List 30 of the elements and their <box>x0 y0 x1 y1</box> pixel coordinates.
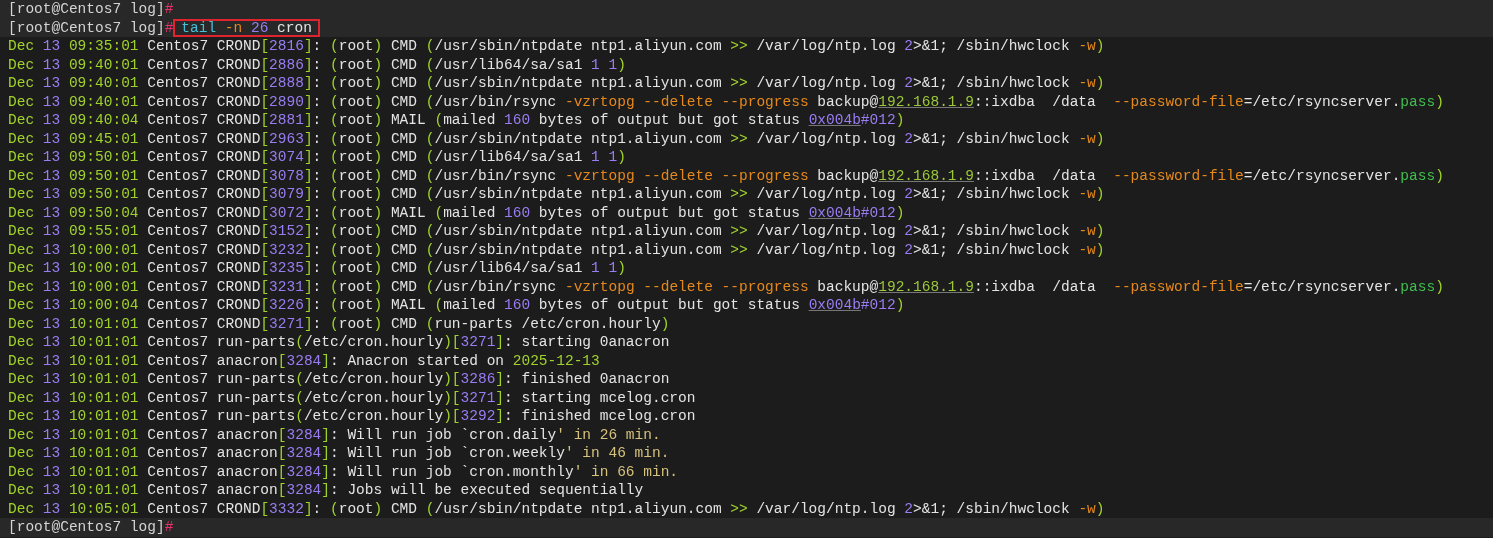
log-line: Dec 13 10:01:01 Centos7 anacron[3284]: Will run job `cron.weekly' in 46 min. <box>8 444 670 463</box>
log-line: Dec 13 09:45:01 Centos7 CROND[2963]: (root) CMD (/usr/sbin/ntpdate ntp1.aliyun.com >> /var/log/ntp.log 2>&1; /sbin/hwclock -w) <box>8 129 1105 148</box>
log-line: Dec 13 09:40:01 Centos7 CROND[2888]: (root) CMD (/usr/sbin/ntpdate ntp1.aliyun.com >> /var/log/ntp.log 2>&1; /sbin/hwclock -w) <box>8 74 1105 93</box>
log-line: Dec 13 10:01:01 Centos7 run-parts(/etc/cron.hourly)[3271]: starting 0anacron <box>8 333 670 352</box>
log-line: Dec 13 10:01:01 Centos7 anacron[3284]: Anacron started on 2025-12-13 <box>8 351 600 370</box>
log-line: Dec 13 09:50:01 Centos7 CROND[3074]: (root) CMD (/usr/lib64/sa/sa1 1 1) <box>8 148 626 167</box>
log-line: Dec 13 09:40:04 Centos7 CROND[2881]: (root) MAIL (mailed 160 bytes of output but got status 0x004b#012) <box>8 111 905 130</box>
log-line: Dec 13 10:01:01 Centos7 run-parts(/etc/cron.hourly)[3292]: finished mcelog.cron <box>8 407 696 426</box>
shell-prompt: [root@Centos7 log]# <box>8 18 174 37</box>
log-line: Dec 13 10:01:01 Centos7 anacron[3284]: Jobs will be executed sequentially <box>8 481 644 500</box>
log-line: Dec 13 09:55:01 Centos7 CROND[3152]: (root) CMD (/usr/sbin/ntpdate ntp1.aliyun.com >> /var/log/ntp.log 2>&1; /sbin/hwclock -w) <box>8 222 1105 241</box>
log-line: Dec 13 10:01:01 Centos7 run-parts(/etc/cron.hourly)[3271]: starting mcelog.cron <box>8 388 696 407</box>
log-line: Dec 13 10:01:01 Centos7 anacron[3284]: Will run job `cron.monthly' in 66 min. <box>8 462 679 481</box>
shell-prompt: [root@Centos7 log]# <box>8 0 174 19</box>
log-line: Dec 13 10:00:04 Centos7 CROND[3226]: (root) MAIL (mailed 160 bytes of output but got status 0x004b#012) <box>8 296 905 315</box>
log-line: Dec 13 09:35:01 Centos7 CROND[2816]: (root) CMD (/usr/sbin/ntpdate ntp1.aliyun.com >> /var/log/ntp.log 2>&1; /sbin/hwclock -w) <box>8 37 1105 56</box>
log-line: Dec 13 10:01:01 Centos7 CROND[3271]: (root) CMD (run-parts /etc/cron.hourly) <box>8 314 670 333</box>
typed-command: tail -n 26 cron <box>173 18 320 37</box>
log-line: Dec 13 09:40:01 Centos7 CROND[2886]: (root) CMD (/usr/lib64/sa/sa1 1 1) <box>8 55 626 74</box>
log-line: Dec 13 09:40:01 Centos7 CROND[2890]: (root) CMD (/usr/bin/rsync -vzrtopg --delete --progress backup@192.168.1.9::ixdba /data --password-file=/etc/rsyncserver.pass) <box>8 92 1444 111</box>
log-line: Dec 13 09:50:01 Centos7 CROND[3079]: (root) CMD (/usr/sbin/ntpdate ntp1.aliyun.com >> /var/log/ntp.log 2>&1; /sbin/hwclock -w) <box>8 185 1105 204</box>
log-line: Dec 13 10:00:01 Centos7 CROND[3231]: (root) CMD (/usr/bin/rsync -vzrtopg --delete --progress backup@192.168.1.9::ixdba /data --password-file=/etc/rsyncserver.pass) <box>8 277 1444 296</box>
log-line: Dec 13 10:00:01 Centos7 CROND[3235]: (root) CMD (/usr/lib64/sa/sa1 1 1) <box>8 259 626 278</box>
log-line: Dec 13 10:01:01 Centos7 anacron[3284]: Will run job `cron.daily' in 26 min. <box>8 425 661 444</box>
log-line: Dec 13 10:05:01 Centos7 CROND[3332]: (root) CMD (/usr/sbin/ntpdate ntp1.aliyun.com >> /var/log/ntp.log 2>&1; /sbin/hwclock -w) <box>8 499 1105 518</box>
log-line: Dec 13 10:01:01 Centos7 run-parts(/etc/cron.hourly)[3286]: finished 0anacron <box>8 370 670 389</box>
log-line: Dec 13 10:00:01 Centos7 CROND[3232]: (root) CMD (/usr/sbin/ntpdate ntp1.aliyun.com >> /var/log/ntp.log 2>&1; /sbin/hwclock -w) <box>8 240 1105 259</box>
log-line: Dec 13 09:50:01 Centos7 CROND[3078]: (root) CMD (/usr/bin/rsync -vzrtopg --delete --progress backup@192.168.1.9::ixdba /data --password-file=/etc/rsyncserver.pass) <box>8 166 1444 185</box>
shell-prompt: [root@Centos7 log]# <box>8 518 174 537</box>
log-line: Dec 13 09:50:04 Centos7 CROND[3072]: (root) MAIL (mailed 160 bytes of output but got status 0x004b#012) <box>8 203 905 222</box>
